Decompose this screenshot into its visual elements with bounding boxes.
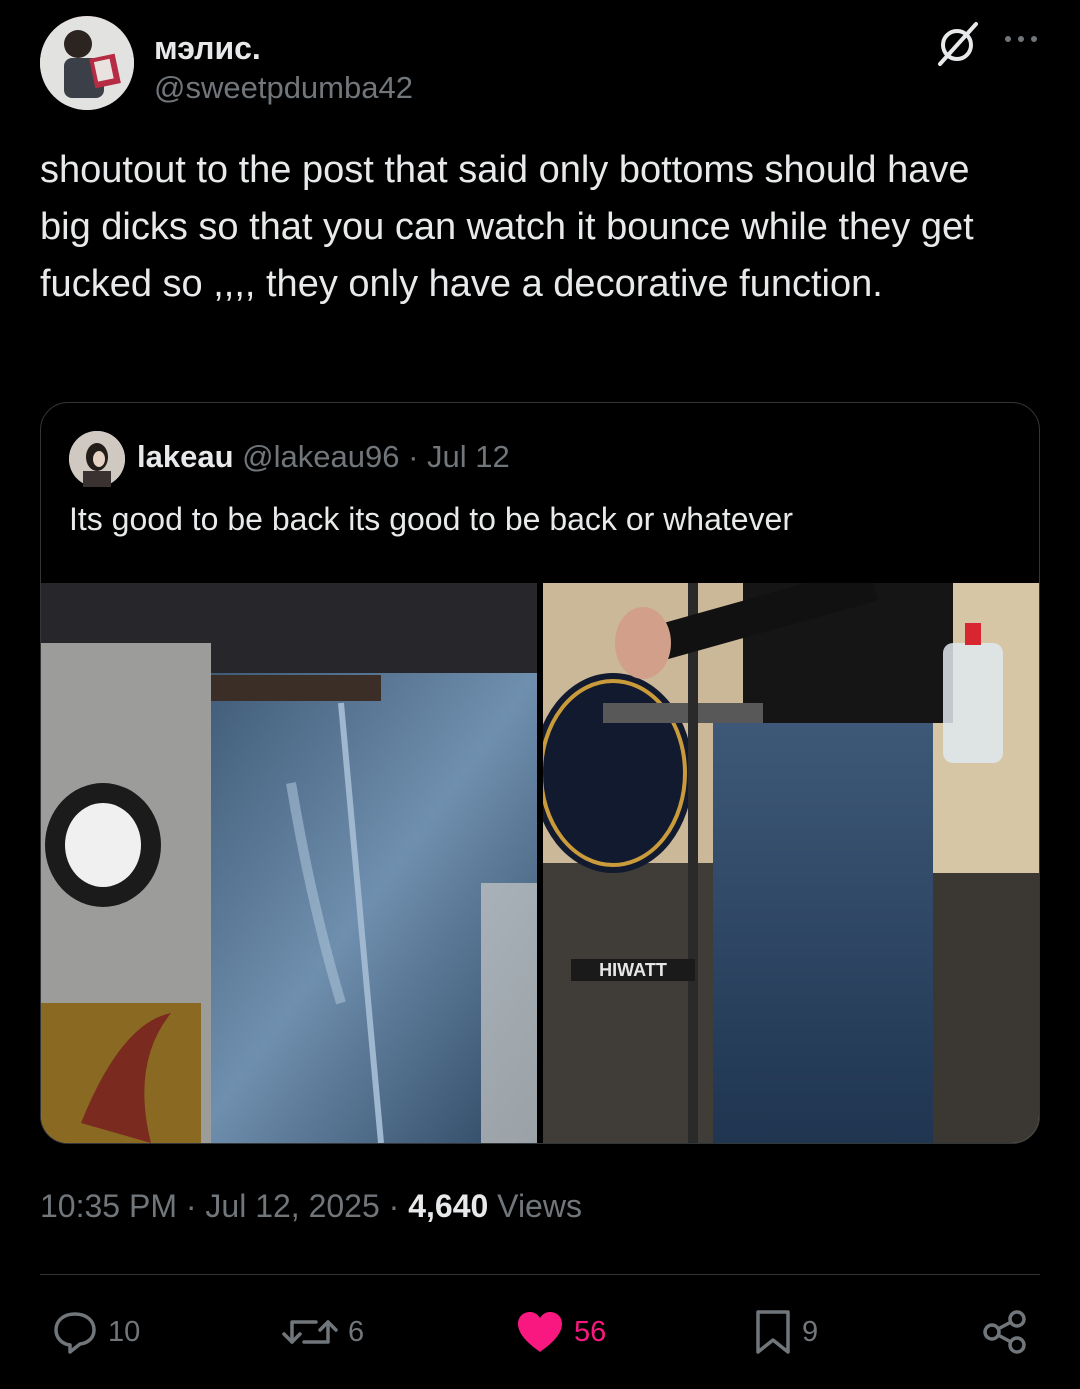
meta-separator-2: · xyxy=(388,1188,400,1224)
share-button[interactable] xyxy=(982,1306,1028,1358)
tweet-time[interactable]: 10:35 PM xyxy=(40,1188,177,1224)
meta-separator-1: · xyxy=(185,1188,197,1224)
quoted-text: Its good to be back its good to be back … xyxy=(69,501,793,537)
quoted-date[interactable]: Jul 12 xyxy=(427,439,510,474)
quoted-tweet[interactable]: lakeau @lakeau96 · Jul 12 Its good to be… xyxy=(40,402,1040,1144)
like-button[interactable]: 56 xyxy=(516,1306,606,1358)
quoted-media: HIWATT xyxy=(41,583,1039,1143)
author-handle[interactable]: @sweetpdumba42 xyxy=(154,70,413,106)
reply-button[interactable]: 10 xyxy=(52,1306,140,1358)
tweet-text: shoutout to the post that said only bott… xyxy=(40,149,974,305)
repost-icon xyxy=(282,1320,338,1344)
quoted-meta: lakeau @lakeau96 · Jul 12 xyxy=(137,439,510,475)
more-icon[interactable] xyxy=(1002,24,1040,54)
share-icon xyxy=(983,1310,1026,1354)
quoted-display-name[interactable]: lakeau xyxy=(137,439,234,474)
reply-icon xyxy=(54,1312,96,1354)
bookmark-icon xyxy=(756,1310,790,1354)
bookmark-count: 9 xyxy=(802,1315,819,1348)
views-count: 4,640 xyxy=(408,1188,489,1224)
quoted-author-avatar[interactable] xyxy=(69,431,125,487)
divider xyxy=(40,1274,1040,1275)
grok-icon[interactable] xyxy=(932,18,982,68)
repost-count: 6 xyxy=(348,1315,365,1348)
tweet-date[interactable]: Jul 12, 2025 xyxy=(205,1188,379,1224)
action-bar: 10 6 56 9 xyxy=(40,1306,1040,1362)
photo-left[interactable] xyxy=(41,583,537,1143)
heart-icon xyxy=(518,1312,562,1352)
photo-right-image: HIWATT xyxy=(543,583,1039,1143)
photo-right[interactable]: HIWATT xyxy=(543,583,1039,1143)
quoted-handle[interactable]: @lakeau96 xyxy=(242,439,399,474)
author-display-name[interactable]: мэлис. xyxy=(154,30,261,67)
repost-button[interactable]: 6 xyxy=(282,1306,364,1358)
bookmark-button[interactable]: 9 xyxy=(754,1306,818,1358)
photo-right-amp-label: HIWATT xyxy=(599,960,667,980)
like-count: 56 xyxy=(574,1315,607,1348)
quoted-separator: · xyxy=(408,439,419,474)
tweet-meta: 10:35 PM · Jul 12, 2025 · 4,640 Views xyxy=(40,1188,582,1225)
reply-count: 10 xyxy=(108,1315,141,1348)
quoted-avatar-photo xyxy=(69,431,125,487)
avatar-photo xyxy=(40,16,134,110)
author-avatar[interactable] xyxy=(40,16,134,110)
tweet-header: мэлис. @sweetpdumba42 xyxy=(40,16,1040,112)
photo-left-image xyxy=(41,583,537,1143)
views-label: Views xyxy=(497,1188,582,1224)
